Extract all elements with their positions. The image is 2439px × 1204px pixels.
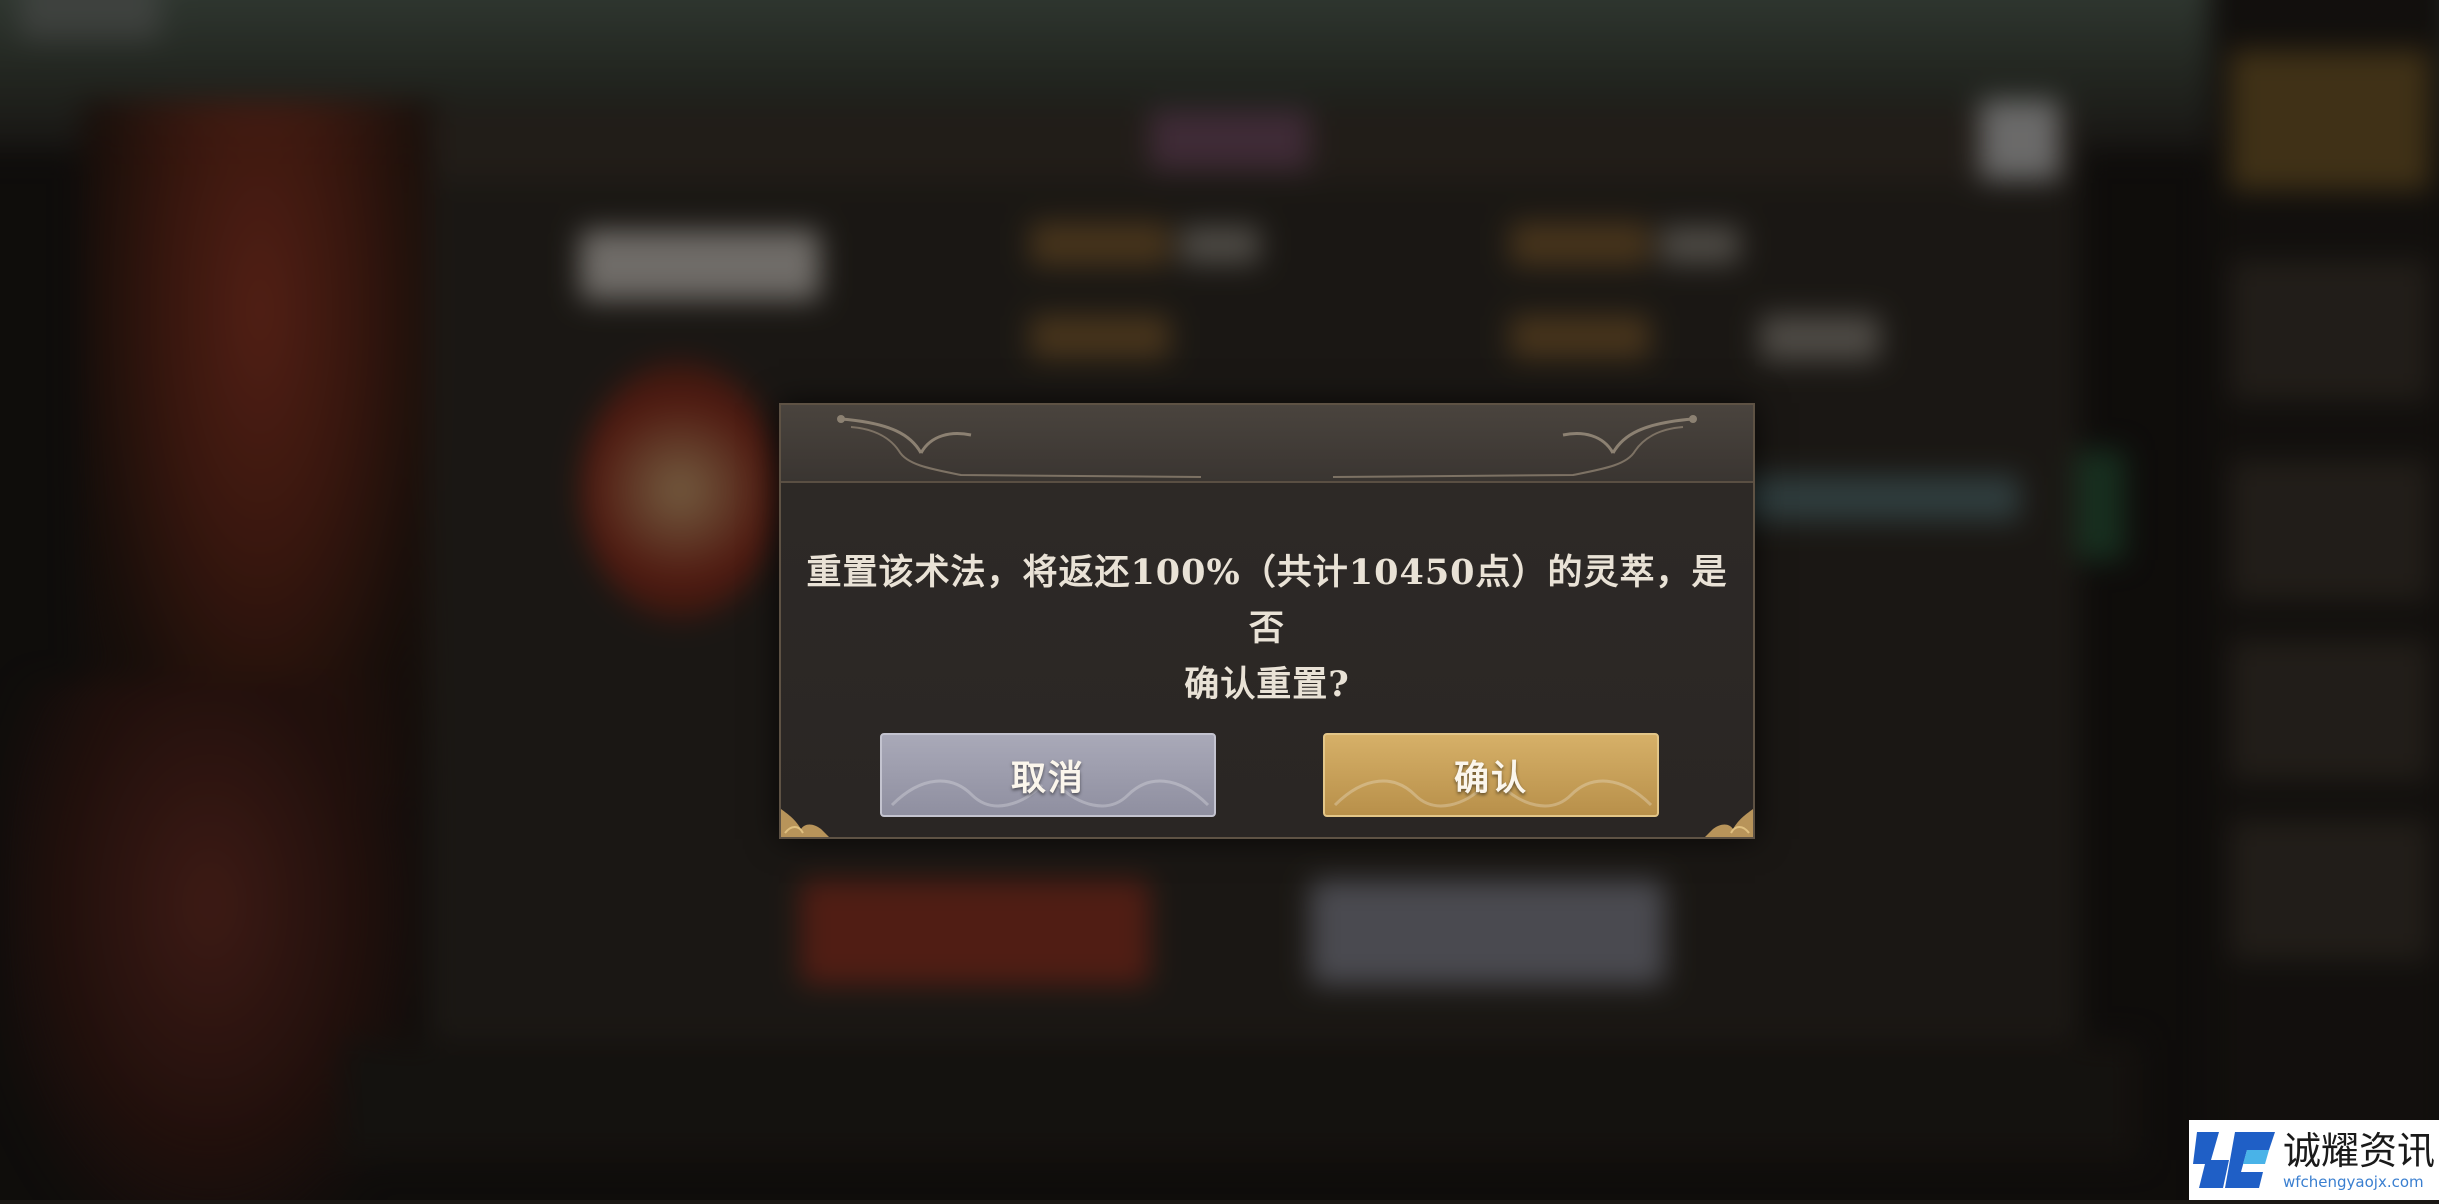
watermark-url: wfchengyaojx.com (2283, 1173, 2424, 1191)
site-watermark: 诚耀资讯 wfchengyaojx.com (2189, 1120, 2439, 1200)
confirm-button-label: 确认 (1453, 757, 1528, 799)
message-line-2: 确认重置? (1184, 664, 1350, 705)
watermark-logo-icon (2189, 1120, 2279, 1200)
cancel-button[interactable]: 取消 (880, 733, 1216, 817)
reset-confirm-dialog: 重置该术法，将返还100%（共计10450点）的灵萃，是否 确认重置? 取消 确… (779, 403, 1755, 839)
confirm-button[interactable]: 确认 (1323, 733, 1659, 817)
dialog-header-ornament (781, 405, 1753, 483)
watermark-title: 诚耀资讯 (2283, 1129, 2436, 1173)
corner-ornament-icon (1705, 809, 1753, 837)
message-line-1: 重置该术法，将返还100%（共计10450点）的灵萃，是否 (806, 552, 1728, 649)
cancel-button-label: 取消 (1010, 757, 1085, 799)
corner-ornament-icon (781, 809, 829, 837)
dialog-message: 重置该术法，将返还100%（共计10450点）的灵萃，是否 确认重置? (801, 545, 1733, 713)
